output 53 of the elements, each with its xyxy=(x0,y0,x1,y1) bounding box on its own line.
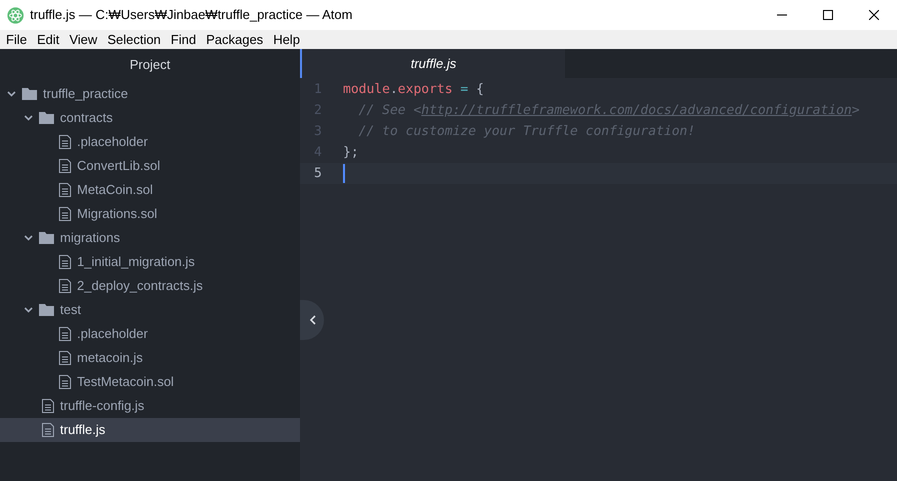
menu-item[interactable]: File xyxy=(1,30,32,50)
code-line: // See <http://truffleframework.com/docs/advanced/configuration> xyxy=(358,102,860,120)
file-icon xyxy=(59,159,71,173)
file-icon xyxy=(59,351,71,365)
text-cursor xyxy=(343,164,345,183)
panel-title: Project xyxy=(130,56,170,74)
folder-icon xyxy=(39,232,54,244)
file-icon xyxy=(59,207,71,221)
file-row[interactable]: MetaCoin.sol xyxy=(0,178,300,202)
file-row[interactable]: TestMetacoin.sol xyxy=(0,370,300,394)
menu-item[interactable]: Selection xyxy=(102,30,166,50)
editor-tab[interactable]: truffle.js xyxy=(300,49,565,78)
chevron-left-icon xyxy=(308,315,316,325)
code-line: // to customize your Truffle configuration! xyxy=(358,122,696,141)
chevron-icon xyxy=(24,235,33,241)
file-row[interactable]: ConvertLib.sol xyxy=(0,154,300,178)
folder-icon xyxy=(39,304,54,316)
menu-item[interactable]: Packages xyxy=(201,30,268,50)
folder-row[interactable]: test xyxy=(0,298,300,322)
file-icon xyxy=(42,399,54,413)
file-row[interactable]: Migrations.sol xyxy=(0,202,300,226)
chevron-icon xyxy=(7,91,16,97)
collapse-handle[interactable] xyxy=(300,300,324,340)
window-title: truffle.js — C:₩Users₩Jinbae₩truffle_practice — Atom xyxy=(30,6,352,24)
file-icon xyxy=(59,375,71,389)
file-icon xyxy=(42,423,54,437)
atom-logo-icon xyxy=(7,6,24,24)
menu-item[interactable]: Help xyxy=(268,30,305,50)
file-row[interactable]: truffle.js xyxy=(0,418,300,442)
folder-row[interactable]: contracts xyxy=(0,106,300,130)
chevron-icon xyxy=(24,115,33,121)
file-row[interactable]: .placeholder xyxy=(0,130,300,154)
file-icon xyxy=(59,279,71,293)
file-row[interactable]: metacoin.js xyxy=(0,346,300,370)
folder-row[interactable]: migrations xyxy=(0,226,300,250)
menu-item[interactable]: Find xyxy=(166,30,202,50)
file-icon xyxy=(59,327,71,341)
folder-icon xyxy=(22,88,37,100)
file-row[interactable]: 1_initial_migration.js xyxy=(0,250,300,274)
menu-item[interactable]: Edit xyxy=(32,30,64,50)
file-icon xyxy=(59,135,71,149)
menu-item[interactable]: View xyxy=(64,30,102,50)
folder-row[interactable]: truffle_practice xyxy=(0,82,300,106)
file-icon xyxy=(59,255,71,269)
code-line: }; xyxy=(343,144,359,162)
code-line: module.exports = { xyxy=(343,80,484,99)
file-row[interactable]: .placeholder xyxy=(0,322,300,346)
folder-icon xyxy=(39,112,54,124)
line-number: 5 xyxy=(313,164,323,183)
file-icon xyxy=(59,183,71,197)
file-row[interactable]: truffle-config.js xyxy=(0,394,300,418)
chevron-icon xyxy=(24,307,33,313)
file-row[interactable]: 2_deploy_contracts.js xyxy=(0,274,300,298)
